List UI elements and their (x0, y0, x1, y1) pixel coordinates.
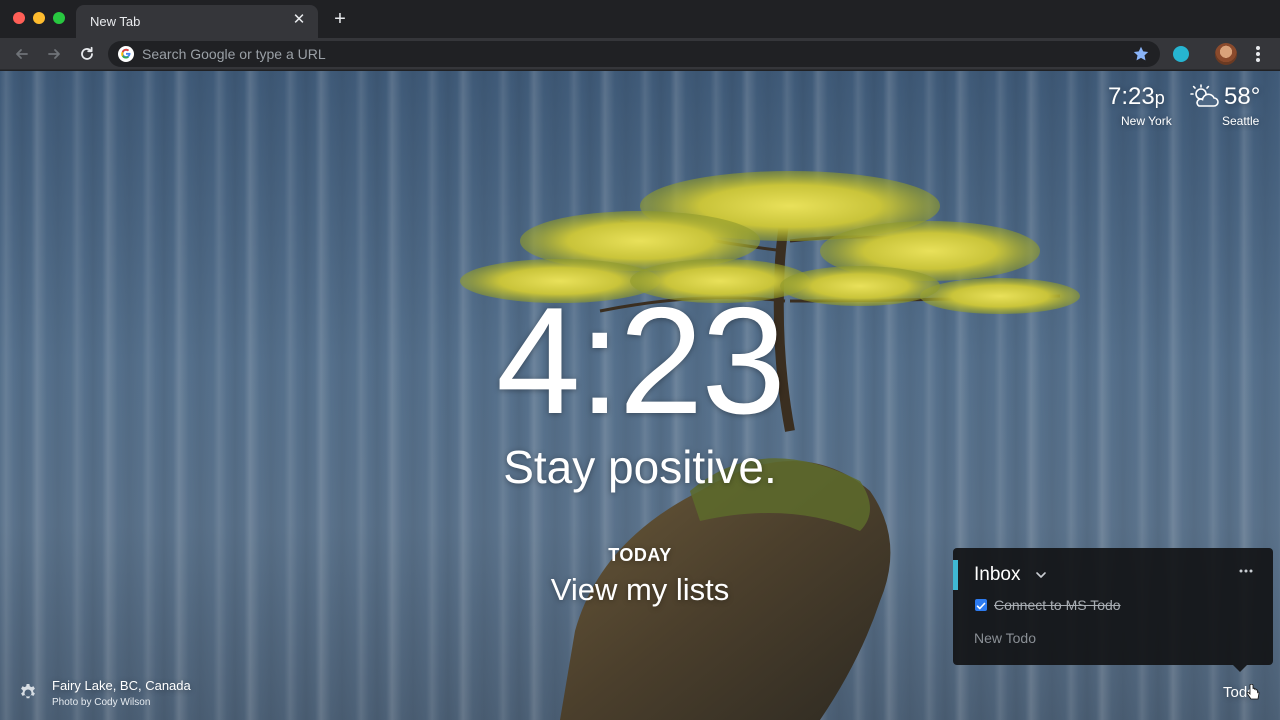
settings-gear-icon[interactable] (18, 683, 38, 703)
window-zoom-button[interactable] (53, 12, 65, 24)
tab-title: New Tab (90, 14, 141, 29)
bookmark-star-icon[interactable] (1132, 45, 1150, 63)
tab-close-icon[interactable]: ✕ (290, 11, 308, 29)
checkmark-icon (976, 602, 986, 610)
google-icon (118, 46, 134, 62)
list-accent-bar (953, 560, 958, 590)
world-clock-ampm: p (1154, 88, 1165, 108)
todo-list-title[interactable]: Inbox (974, 564, 1020, 586)
todo-panel: Inbox Connect to MS Todo New Todo (953, 548, 1273, 665)
photo-credit[interactable]: Photo by Cody Wilson (52, 697, 150, 708)
new-tab-button[interactable]: + (330, 9, 350, 29)
omnibox-input[interactable] (142, 41, 1102, 67)
new-todo-input[interactable]: New Todo (974, 630, 1036, 646)
browser-menu-icon[interactable] (1250, 44, 1266, 64)
omnibox[interactable] (108, 41, 1160, 67)
weather-city: Seattle (1222, 114, 1260, 128)
main-clock[interactable]: 4:23 (0, 285, 1280, 437)
window-minimize-button[interactable] (33, 12, 45, 24)
todo-panel-pointer (1233, 665, 1247, 672)
partly-cloudy-icon[interactable] (1190, 84, 1220, 110)
tab-strip: New Tab ✕ + (0, 0, 1280, 38)
world-clock-city: New York (1121, 114, 1172, 128)
temperature[interactable]: 58° (1224, 83, 1260, 111)
back-icon[interactable] (10, 42, 34, 66)
photo-location[interactable]: Fairy Lake, BC, Canada (52, 678, 191, 693)
chevron-down-icon[interactable] (1034, 568, 1048, 582)
extension-icon[interactable] (1173, 46, 1189, 62)
reload-icon[interactable] (75, 42, 99, 66)
browser-toolbar (0, 38, 1280, 70)
todo-item-text[interactable]: Connect to MS Todo (994, 597, 1121, 613)
world-clock-time: 7:23 (1108, 83, 1155, 110)
window-close-button[interactable] (13, 12, 25, 24)
mouse-cursor-icon (1246, 684, 1260, 700)
profile-avatar[interactable] (1215, 43, 1237, 65)
forward-icon[interactable] (42, 42, 66, 66)
more-options-icon[interactable] (1238, 564, 1254, 578)
todo-checkbox[interactable] (975, 599, 987, 611)
world-clock[interactable]: 7:23p (1108, 83, 1165, 111)
tab-new-tab[interactable]: New Tab ✕ (76, 5, 318, 38)
mantra: Stay positive. (503, 441, 777, 493)
